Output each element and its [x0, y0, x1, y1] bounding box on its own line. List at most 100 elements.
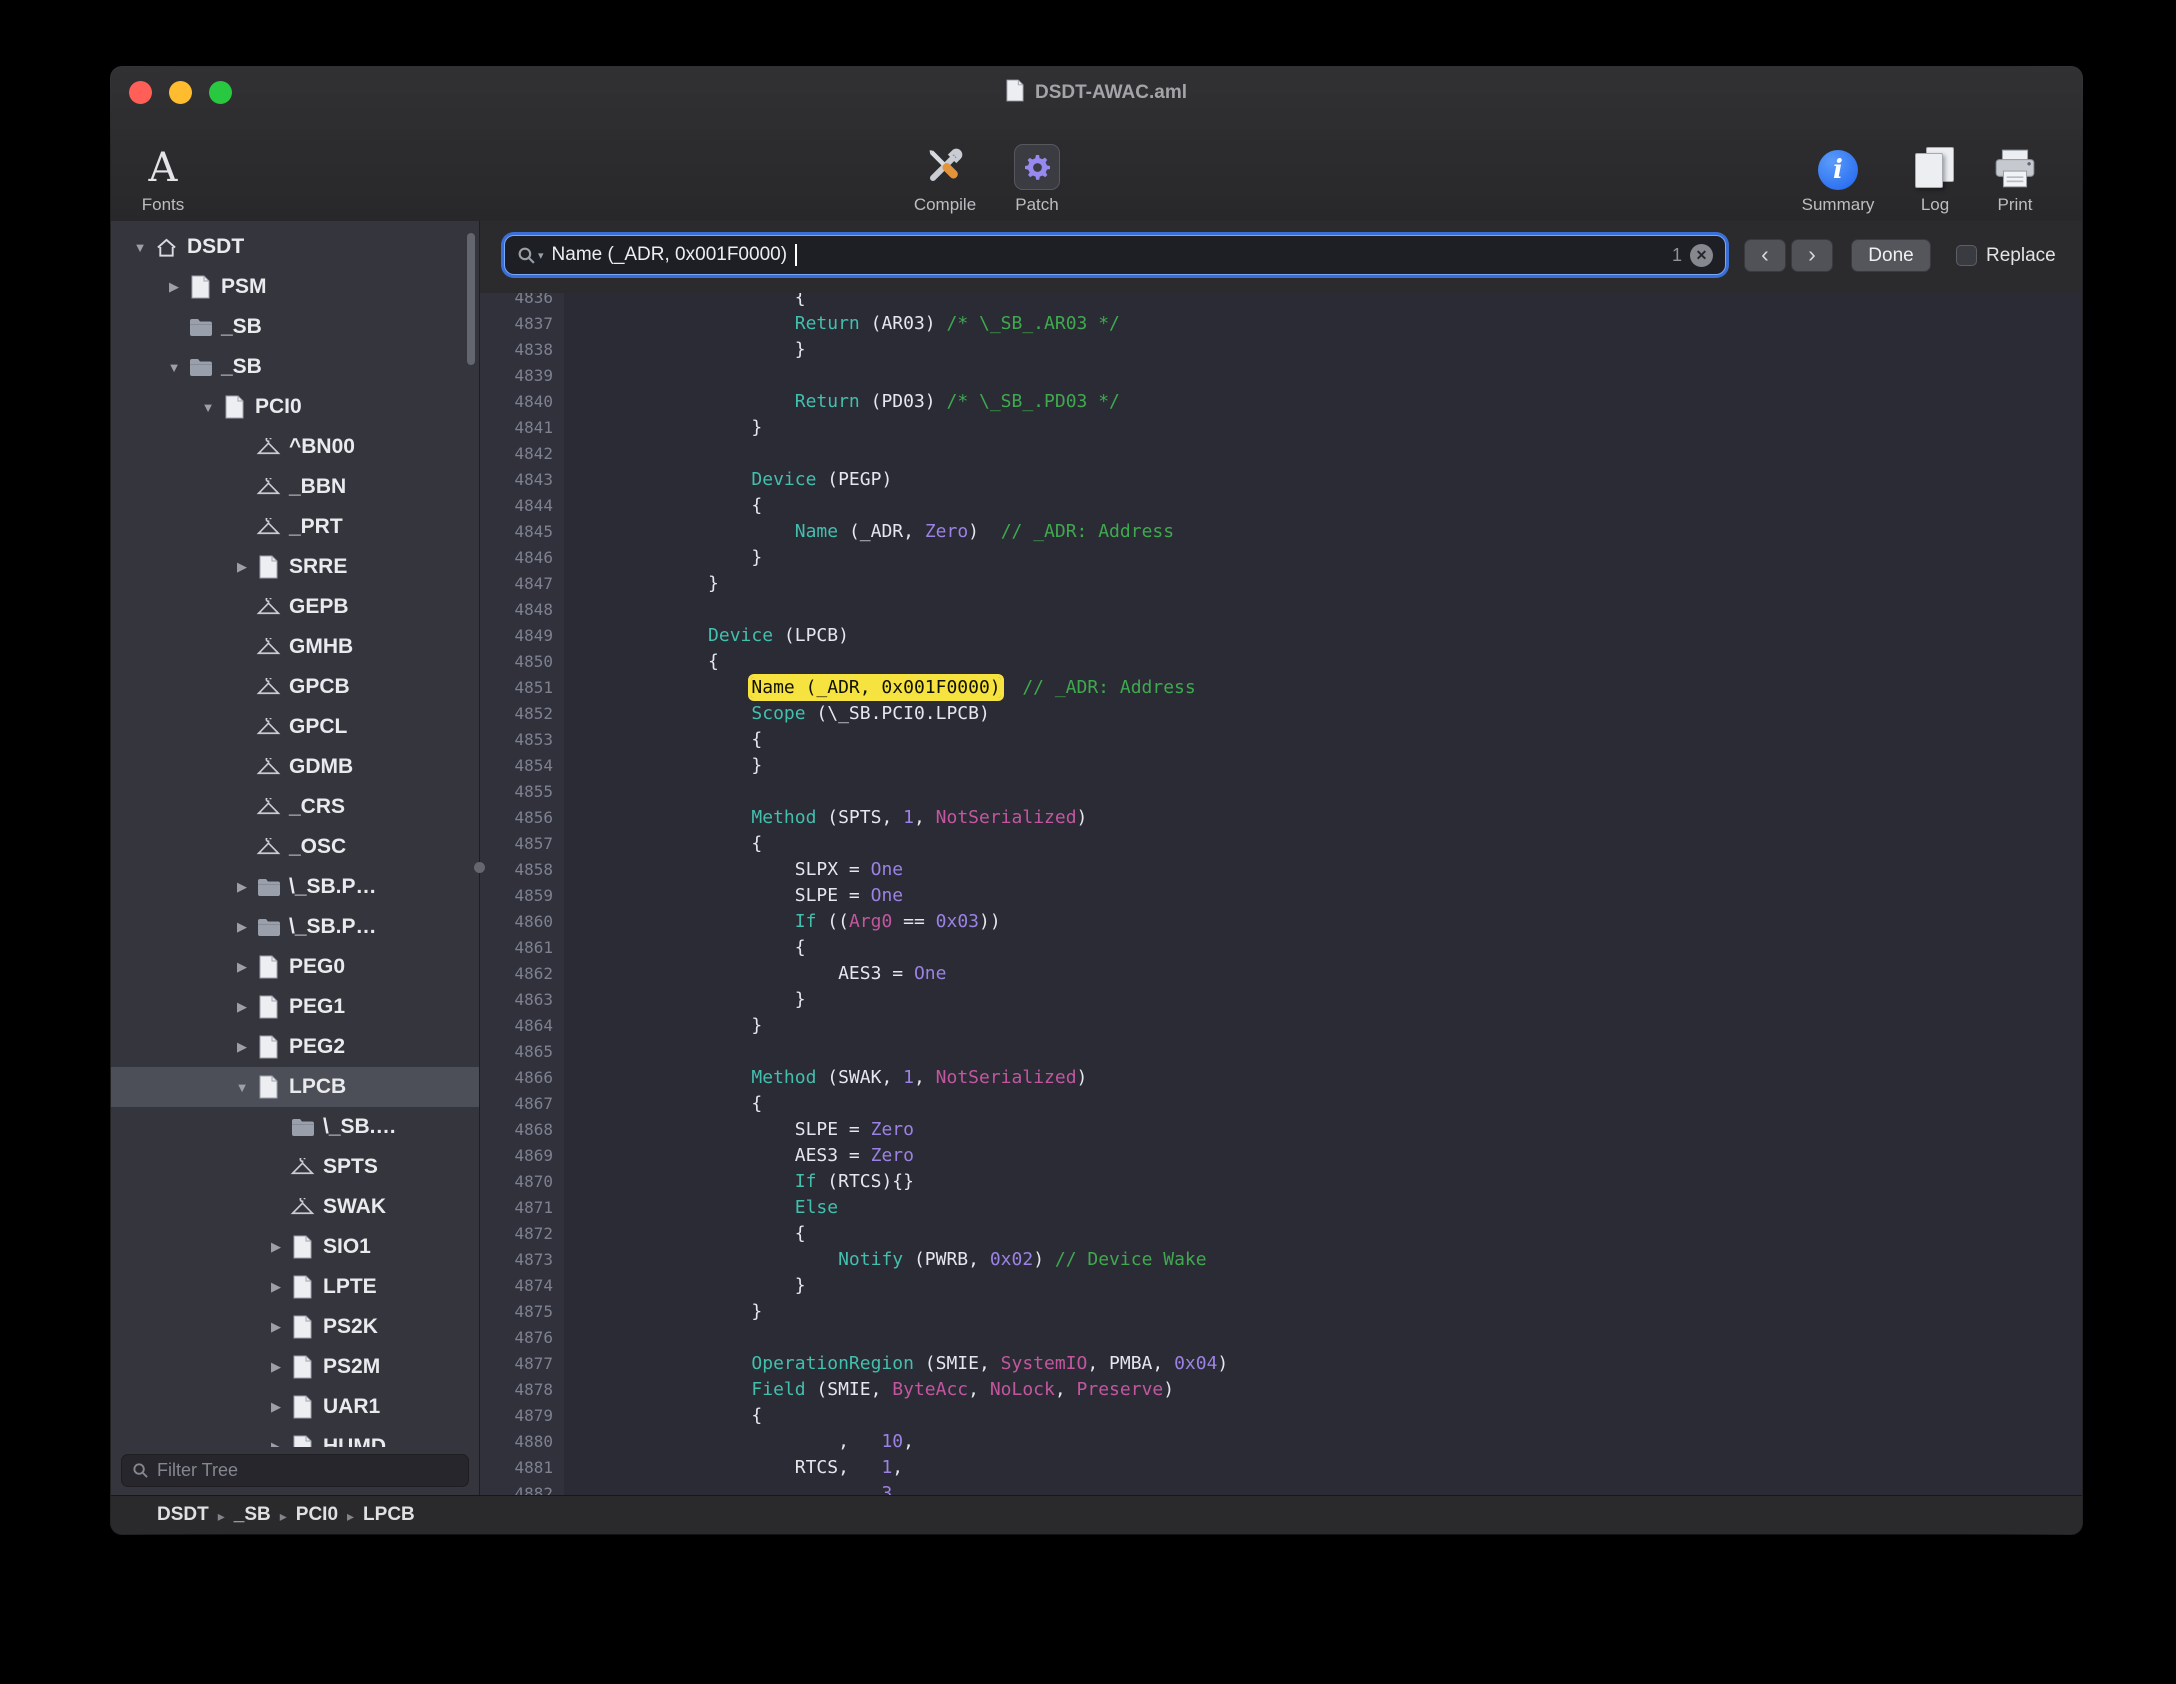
code-text[interactable]: RTCS, 1, — [564, 1455, 903, 1481]
code-text[interactable]: Method (SPTS, 1, NotSerialized) — [564, 805, 1087, 831]
find-input[interactable]: ▾ Name (_ADR, 0x001F0000) 1 ✕ — [504, 235, 1726, 275]
replace-checkbox[interactable] — [1956, 245, 1977, 266]
disclosure-triangle[interactable]: ▼ — [229, 1080, 255, 1095]
code-text[interactable] — [564, 1325, 578, 1351]
code-text[interactable]: { — [564, 831, 762, 857]
disclosure-triangle[interactable]: ▶ — [229, 959, 255, 975]
breadcrumb-item[interactable]: _SB — [234, 1504, 271, 1526]
disclosure-triangle[interactable]: ▶ — [263, 1439, 289, 1447]
disclosure-triangle[interactable]: ▶ — [263, 1399, 289, 1415]
summary-button[interactable]: i Summary — [1778, 119, 1898, 215]
tree-item-swak[interactable]: SWAK — [111, 1187, 479, 1227]
code-text[interactable]: Device (PEGP) — [564, 467, 892, 493]
tree-item-bn00[interactable]: ^BN00 — [111, 427, 479, 467]
code-text[interactable]: } — [564, 545, 762, 571]
disclosure-triangle[interactable]: ▶ — [263, 1239, 289, 1255]
tree-item-sb[interactable]: ▼_SB — [111, 347, 479, 387]
code-text[interactable]: } — [564, 1273, 806, 1299]
tree-item-srre[interactable]: ▶SRRE — [111, 547, 479, 587]
code-text[interactable]: Field (SMIE, ByteAcc, NoLock, Preserve) — [564, 1377, 1174, 1403]
code-text[interactable]: } — [564, 571, 719, 597]
disclosure-triangle[interactable]: ▶ — [161, 279, 187, 295]
sidebar-scrollbar[interactable] — [467, 233, 475, 365]
code-editor[interactable]: 4836 {4837 Return (AR03) /* \_SB_.AR03 *… — [480, 293, 2082, 1495]
code-text[interactable]: { — [564, 493, 762, 519]
disclosure-triangle[interactable]: ▶ — [263, 1319, 289, 1335]
disclosure-triangle[interactable]: ▼ — [195, 400, 221, 415]
code-text[interactable]: Method (SWAK, 1, NotSerialized) — [564, 1065, 1087, 1091]
code-text[interactable]: Else — [564, 1195, 838, 1221]
tree-item-lpte[interactable]: ▶LPTE — [111, 1267, 479, 1307]
patch-button[interactable]: Patch — [987, 119, 1087, 215]
code-text[interactable]: If ((Arg0 == 0x03)) — [564, 909, 1001, 935]
code-text[interactable]: { — [564, 649, 719, 675]
disclosure-triangle[interactable]: ▶ — [229, 1039, 255, 1055]
tree-item-peg0[interactable]: ▶PEG0 — [111, 947, 479, 987]
tree-item-peg1[interactable]: ▶PEG1 — [111, 987, 479, 1027]
code-text[interactable]: } — [564, 337, 806, 363]
code-text[interactable]: } — [564, 415, 762, 441]
code-text[interactable]: AES3 = Zero — [564, 1143, 914, 1169]
code-text[interactable]: SLPX = One — [564, 857, 903, 883]
code-text[interactable]: } — [564, 753, 762, 779]
find-previous-button[interactable]: ‹ — [1744, 239, 1786, 272]
code-text[interactable]: AES3 = One — [564, 961, 946, 987]
tree-item-sb[interactable]: \_SB.… — [111, 1107, 479, 1147]
tree-item-gmhb[interactable]: GMHB — [111, 627, 479, 667]
tree-item-ps2k[interactable]: ▶PS2K — [111, 1307, 479, 1347]
code-text[interactable] — [564, 1039, 578, 1065]
disclosure-triangle[interactable]: ▼ — [161, 360, 187, 375]
print-button[interactable]: Print — [1965, 119, 2065, 215]
clear-search-icon[interactable]: ✕ — [1690, 244, 1713, 267]
search-scope-icon[interactable]: ▾ — [517, 246, 544, 265]
tree-item-sbp[interactable]: ▶\_SB.P… — [111, 907, 479, 947]
tree-item-sio1[interactable]: ▶SIO1 — [111, 1227, 479, 1267]
code-text[interactable]: { — [564, 727, 762, 753]
tree-item-dsdt[interactable]: ▼DSDT — [111, 227, 479, 267]
code-text[interactable]: , 10, — [564, 1429, 914, 1455]
find-next-button[interactable]: › — [1791, 239, 1833, 272]
breadcrumb-item[interactable]: PCI0 — [296, 1504, 338, 1526]
code-text[interactable]: Name (_ADR, Zero) // _ADR: Address — [564, 519, 1174, 545]
done-button[interactable]: Done — [1851, 239, 1931, 272]
breadcrumb-item[interactable]: DSDT — [157, 1504, 209, 1526]
code-text[interactable] — [564, 597, 578, 623]
tree-item-gpcb[interactable]: GPCB — [111, 667, 479, 707]
tree-item-psm[interactable]: ▶PSM — [111, 267, 479, 307]
tree-item-gepb[interactable]: GEPB — [111, 587, 479, 627]
code-text[interactable]: Name (_ADR, 0x001F0000) // _ADR: Address — [564, 675, 1196, 701]
code-text[interactable]: Scope (\_SB.PCI0.LPCB) — [564, 701, 990, 727]
code-text[interactable]: } — [564, 1013, 762, 1039]
code-text[interactable]: SLPE = One — [564, 883, 903, 909]
code-text[interactable]: Device (LPCB) — [564, 623, 849, 649]
disclosure-triangle[interactable]: ▶ — [263, 1359, 289, 1375]
tree-item-prt[interactable]: _PRT — [111, 507, 479, 547]
tree-item-ps2m[interactable]: ▶PS2M — [111, 1347, 479, 1387]
code-text[interactable]: , 3, — [564, 1481, 903, 1495]
tree-item-uar1[interactable]: ▶UAR1 — [111, 1387, 479, 1427]
disclosure-triangle[interactable]: ▶ — [229, 919, 255, 935]
disclosure-triangle[interactable]: ▶ — [263, 1279, 289, 1295]
code-text[interactable]: { — [564, 1403, 762, 1429]
disclosure-triangle[interactable]: ▼ — [127, 240, 153, 255]
code-text[interactable]: { — [564, 1091, 762, 1117]
code-text[interactable] — [564, 779, 578, 805]
fonts-button[interactable]: A Fonts — [119, 119, 207, 215]
code-text[interactable]: { — [564, 1221, 806, 1247]
disclosure-triangle[interactable]: ▶ — [229, 559, 255, 575]
tree-item-sb[interactable]: _SB — [111, 307, 479, 347]
code-text[interactable] — [564, 441, 578, 467]
tree-item-gdmb[interactable]: GDMB — [111, 747, 479, 787]
code-text[interactable]: Notify (PWRB, 0x02) // Device Wake — [564, 1247, 1207, 1273]
code-text[interactable]: { — [564, 935, 806, 961]
tree-item-spts[interactable]: SPTS — [111, 1147, 479, 1187]
code-text[interactable]: { — [564, 293, 806, 311]
tree-item-osc[interactable]: _OSC — [111, 827, 479, 867]
tree-item-humd[interactable]: ▶HUMD — [111, 1427, 479, 1447]
filter-tree-input[interactable]: Filter Tree — [121, 1454, 469, 1487]
tree-item-peg2[interactable]: ▶PEG2 — [111, 1027, 479, 1067]
code-text[interactable]: If (RTCS){} — [564, 1169, 914, 1195]
code-text[interactable]: Return (AR03) /* \_SB_.AR03 */ — [564, 311, 1120, 337]
disclosure-triangle[interactable]: ▶ — [229, 999, 255, 1015]
splitter-handle[interactable] — [474, 862, 485, 873]
